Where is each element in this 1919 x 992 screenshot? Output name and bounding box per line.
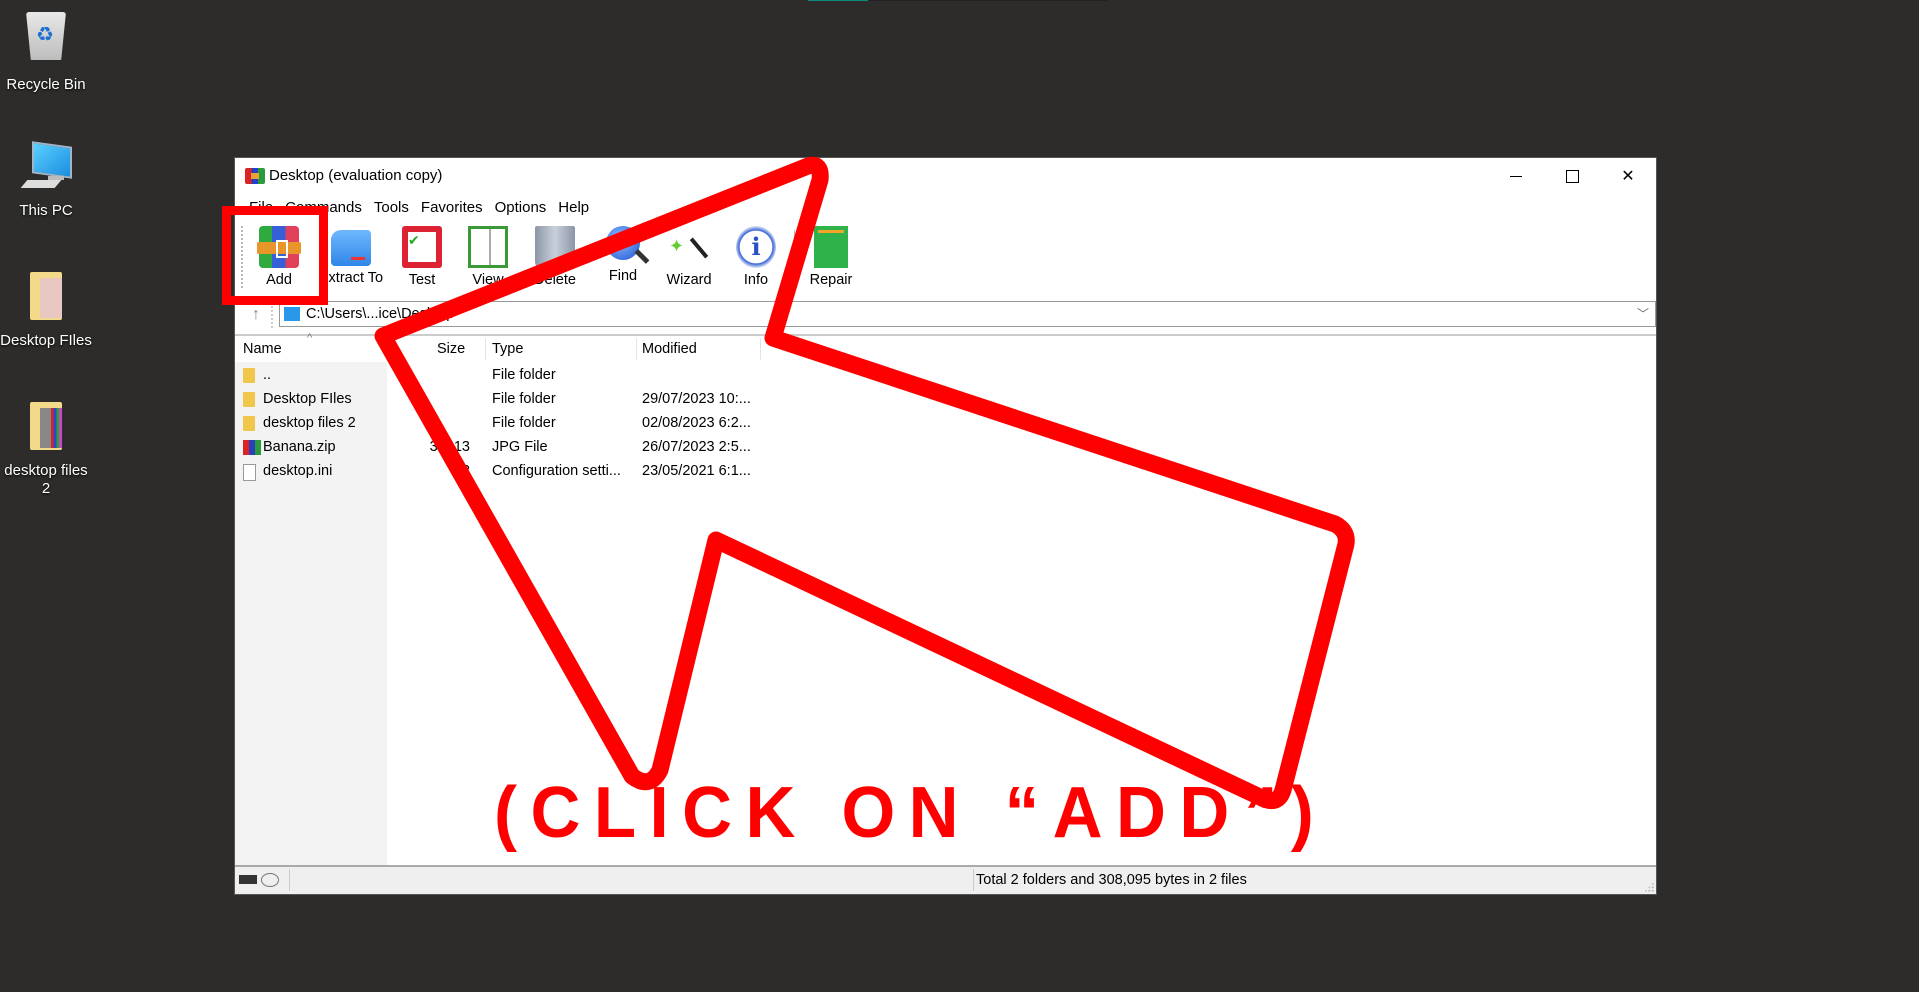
instruction-text: (CLICK ON “ADD”): [494, 773, 1328, 853]
arrow-shape: [374, 156, 1355, 810]
